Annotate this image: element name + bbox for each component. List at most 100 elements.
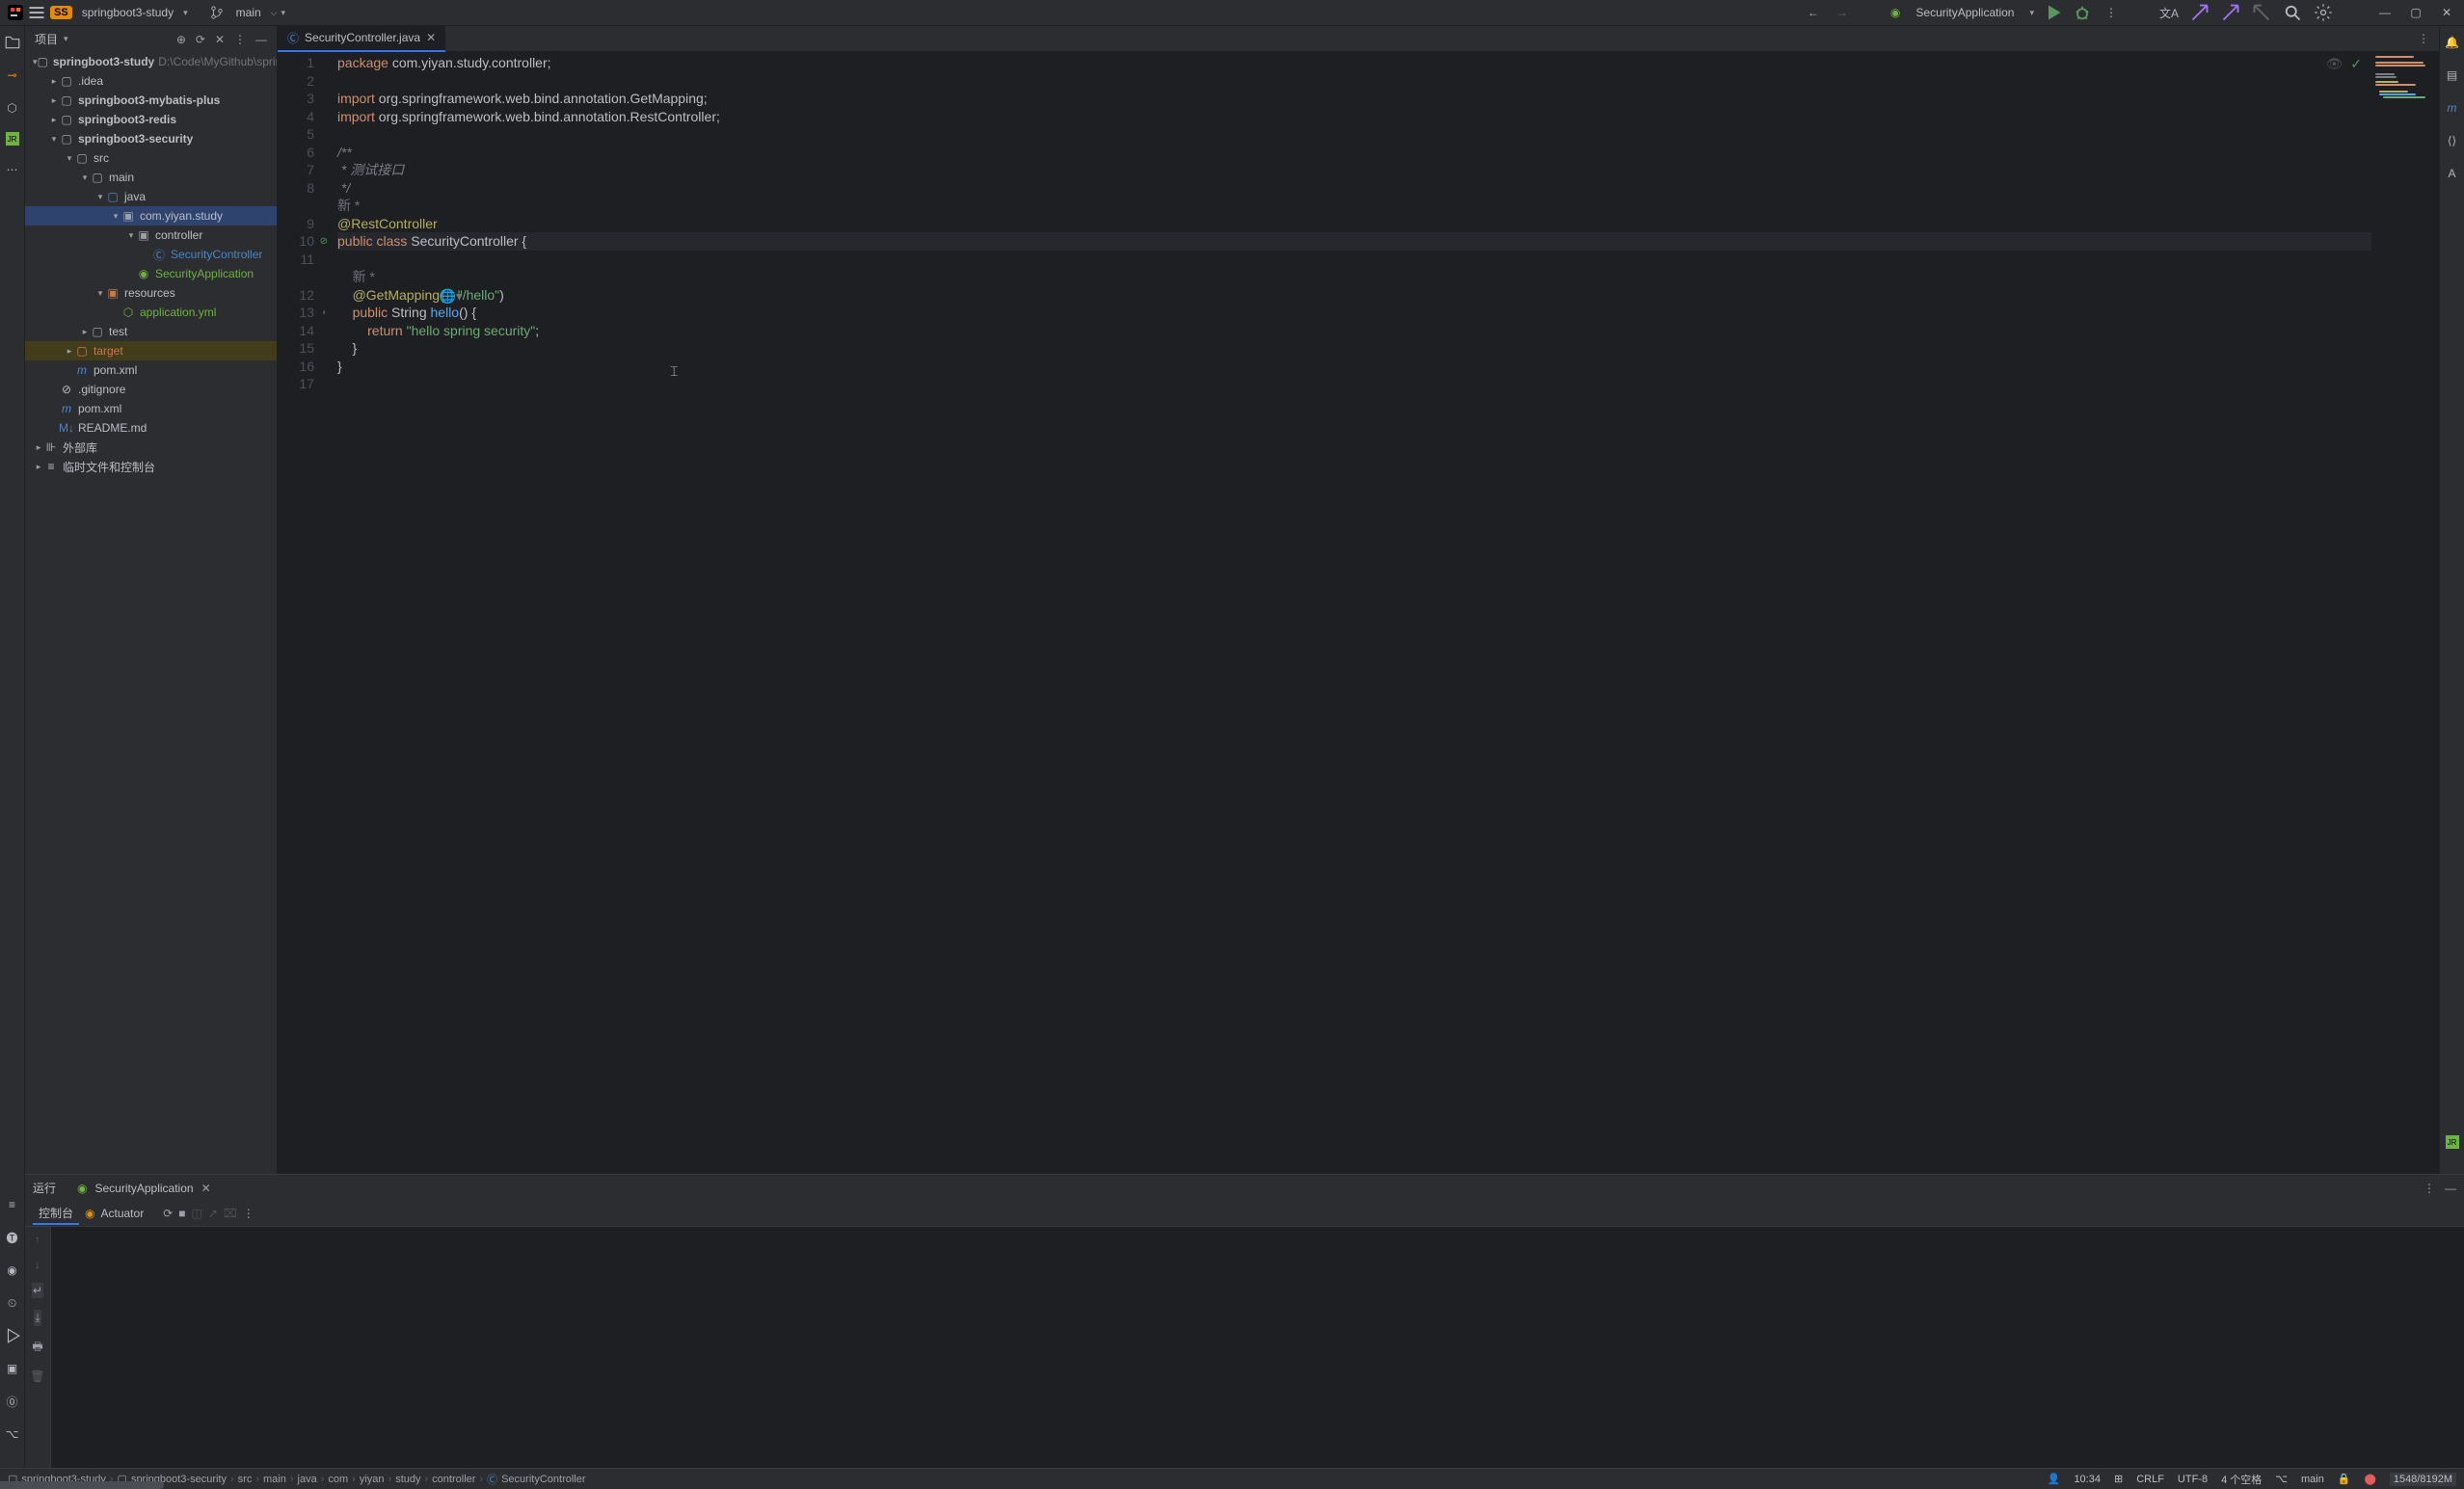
print-icon[interactable]: 🖶 <box>32 1338 42 1358</box>
tree-root[interactable]: springboot3-study <box>53 55 154 68</box>
editor-tab[interactable]: Ⓒ SecurityController.java ✕ <box>278 26 445 52</box>
inspection-ok-icon[interactable]: ✓ <box>2350 56 2362 72</box>
scroll-icon[interactable]: ⤓ <box>34 1310 40 1326</box>
tree-readme[interactable]: README.md <box>78 421 147 435</box>
left-toolbar: ⊸ ⬡ JR ⋯ ≡ 🅣 ◉ ⏲ ▣ ⓪ ⌥ <box>0 26 25 1468</box>
tree-idea[interactable]: .idea <box>78 74 103 88</box>
ai-send-icon[interactable] <box>2221 3 2240 22</box>
tree-redis[interactable]: springboot3-redis <box>78 113 176 126</box>
wrap-icon[interactable]: ↵ <box>32 1283 43 1298</box>
tree-test[interactable]: test <box>109 325 127 338</box>
run-config-name[interactable]: SecurityApplication <box>1910 4 2020 21</box>
notifications-icon[interactable]: 🔔 <box>2444 34 2461 51</box>
project-tree[interactable]: ▾▢springboot3-studyD:\Code\MyGithub\spri… <box>25 52 277 1174</box>
tree-src[interactable]: src <box>94 151 109 165</box>
more-icon[interactable]: ⋮ <box>2102 3 2121 22</box>
nav-forward-icon[interactable]: → <box>1833 3 1852 22</box>
gradle-icon[interactable]: ⟨⟩ <box>2444 132 2461 149</box>
tree-main[interactable]: main <box>109 171 134 184</box>
tree-resources[interactable]: resources <box>124 286 175 300</box>
more-icon[interactable]: ⋮ <box>243 1207 254 1220</box>
tree-pom2[interactable]: pom.xml <box>78 402 121 415</box>
scrollbar-thumb[interactable] <box>0 1481 164 1489</box>
bookmarks-icon[interactable]: ≡ <box>4 1196 21 1213</box>
tree-root-path: D:\Code\MyGithub\springb <box>158 55 277 68</box>
git-icon[interactable]: ⌥ <box>4 1425 21 1443</box>
tree-gitignore[interactable]: .gitignore <box>78 383 125 396</box>
more-tool-icon[interactable]: ⋯ <box>4 161 21 178</box>
tree-pkg[interactable]: com.yiyan.study <box>140 209 223 223</box>
debug-button[interactable] <box>2073 3 2092 22</box>
tree-pom[interactable]: pom.xml <box>94 363 137 377</box>
tree-yml[interactable]: application.yml <box>140 306 216 319</box>
tree-scratch[interactable]: 临时文件和控制台 <box>63 459 155 475</box>
close-icon[interactable]: ✕ <box>2437 3 2456 22</box>
build-icon[interactable]: 🅣 <box>4 1229 21 1246</box>
find-icon[interactable]: ◉ <box>4 1262 21 1279</box>
tree-extlib[interactable]: 外部库 <box>63 439 97 456</box>
code-area[interactable]: package com.yiyan.study.controller; impo… <box>324 52 2371 1174</box>
maximize-icon[interactable]: ▢ <box>2406 3 2425 22</box>
locate-icon[interactable]: ⊕ <box>176 33 186 46</box>
stop-icon[interactable]: ■ <box>178 1207 185 1220</box>
run-panel-title[interactable]: 运行 <box>33 1180 56 1196</box>
tree-target[interactable]: target <box>94 344 123 358</box>
tree-sec-app[interactable]: SecurityApplication <box>155 267 254 280</box>
project-panel-title: 项目 <box>35 31 58 47</box>
chevron-down-icon: ▾ <box>281 8 285 18</box>
hide-icon[interactable]: — <box>2445 1182 2456 1195</box>
hamburger-icon[interactable] <box>27 3 46 22</box>
debug-tool-icon[interactable]: ⏲ <box>4 1294 21 1312</box>
run-button[interactable] <box>2044 3 2063 22</box>
up-icon[interactable]: ↑ <box>35 1233 40 1246</box>
reload-icon[interactable]: ⟳ <box>163 1207 173 1220</box>
tree-controller[interactable]: controller <box>155 228 202 242</box>
nav-back-icon[interactable]: ← <box>1804 3 1823 22</box>
problems-icon[interactable]: ⓪ <box>4 1393 21 1410</box>
jrebel-icon[interactable]: JR <box>2446 1135 2459 1149</box>
close-icon[interactable]: ✕ <box>201 1182 211 1195</box>
ai-reply-icon[interactable] <box>2252 3 2271 22</box>
run-tool-icon[interactable] <box>4 1327 21 1344</box>
options-icon[interactable]: ⋮ <box>234 33 246 46</box>
capture-icon[interactable]: ◫ <box>192 1207 202 1220</box>
console-tab[interactable]: 控制台 <box>33 1203 79 1225</box>
jrebel-tool-icon[interactable]: JR <box>6 132 19 146</box>
settings-icon[interactable] <box>2314 3 2333 22</box>
translate-icon[interactable]: 文A <box>2159 3 2179 22</box>
layout-icon[interactable]: ⌧ <box>224 1207 237 1220</box>
gutter[interactable]: 1 2 3 4 5 6 7 8 9 10⊘ 11 12 13 <box>278 52 324 1174</box>
minimize-icon[interactable]: — <box>2375 3 2395 22</box>
exit-icon[interactable]: ↗ <box>208 1207 218 1220</box>
tree-security[interactable]: springboot3-security <box>78 132 193 146</box>
editor-more-icon[interactable]: ⋮ <box>2418 32 2429 45</box>
vcs-branch-icon[interactable] <box>207 3 227 22</box>
run-output[interactable] <box>51 1227 2464 1468</box>
minimap[interactable] <box>2371 52 2439 1174</box>
expand-icon[interactable]: ⟳ <box>196 33 205 46</box>
close-icon[interactable]: ✕ <box>426 31 436 44</box>
commit-tool-icon[interactable]: ⊸ <box>4 66 21 84</box>
branch-name[interactable]: main <box>230 4 267 21</box>
delete-icon[interactable]: 🗑 <box>30 1369 44 1383</box>
tree-sec-ctrl[interactable]: SecurityController <box>171 248 262 261</box>
down-icon[interactable]: ↓ <box>35 1258 40 1271</box>
a-icon[interactable]: A <box>2444 165 2461 182</box>
maven-icon[interactable]: m <box>2444 99 2461 117</box>
options-icon[interactable]: ⋮ <box>2424 1182 2435 1195</box>
tree-java[interactable]: java <box>124 190 146 203</box>
search-icon[interactable] <box>2283 3 2302 22</box>
terminal-icon[interactable]: ▣ <box>4 1360 21 1377</box>
database-icon[interactable]: ▤ <box>2444 66 2461 84</box>
project-name[interactable]: springboot3-study <box>76 4 179 21</box>
project-tool-icon[interactable] <box>4 34 21 51</box>
hide-icon[interactable]: — <box>255 33 267 46</box>
actuator-tab[interactable]: Actuator <box>101 1207 145 1220</box>
readonly-icon[interactable]: 👁 <box>2325 56 2343 72</box>
tree-mybatis[interactable]: springboot3-mybatis-plus <box>78 93 220 107</box>
actuator-icon: ◉ <box>85 1207 94 1220</box>
ai-send-icon[interactable] <box>2190 3 2210 22</box>
structure-tool-icon[interactable]: ⬡ <box>4 99 21 117</box>
collapse-all-icon[interactable]: ✕ <box>215 33 225 46</box>
run-tab[interactable]: SecurityApplication <box>95 1182 194 1195</box>
